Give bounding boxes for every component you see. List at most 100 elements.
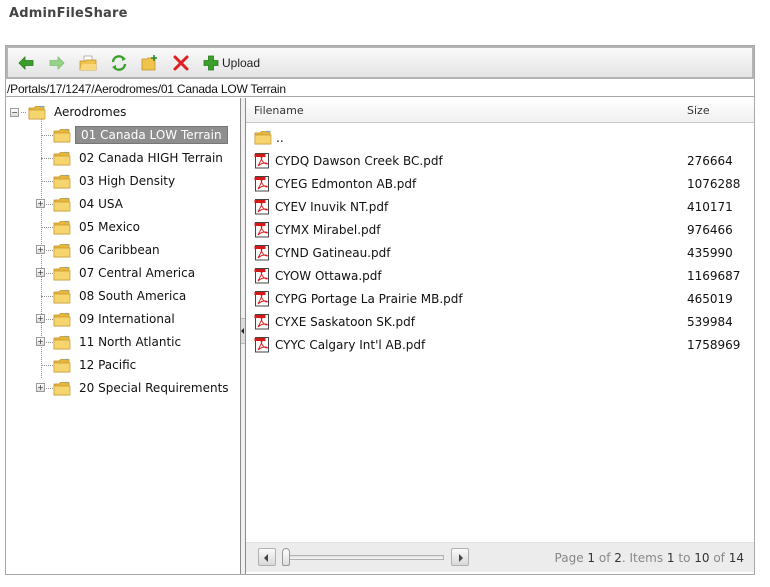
tree-label[interactable]: 06 Caribbean xyxy=(75,241,164,259)
plus-icon xyxy=(203,55,219,70)
tree-label[interactable]: 09 International xyxy=(75,310,179,328)
tree-label[interactable]: 08 South America xyxy=(75,287,190,305)
file-name: CYPG Portage La Prairie MB.pdf xyxy=(275,291,463,306)
folder-icon xyxy=(254,130,272,145)
paging-text: of xyxy=(709,551,729,565)
file-size: 1169687 xyxy=(687,268,741,283)
file-explorer: Upload /Portals/17/1247/Aerodromes/01 Ca… xyxy=(5,45,755,575)
expand-toggle[interactable]: + xyxy=(36,199,45,208)
expand-toggle[interactable]: + xyxy=(36,314,45,323)
item-to: 10 xyxy=(694,551,710,565)
file-row[interactable]: CYXE Saskatoon SK.pdf 539984 xyxy=(246,310,754,333)
folder-icon xyxy=(28,105,46,119)
folder-icon xyxy=(53,128,71,142)
expand-toggle[interactable]: + xyxy=(36,383,45,392)
file-row[interactable]: CYEG Edmonton AB.pdf 1076288 xyxy=(246,172,754,195)
folder-icon xyxy=(53,220,71,234)
pdf-file-icon xyxy=(254,153,269,169)
file-row[interactable]: CYND Gatineau.pdf 435990 xyxy=(246,241,754,264)
delete-icon xyxy=(173,55,189,70)
folder-icon xyxy=(53,335,71,349)
open-folder-icon xyxy=(79,55,97,70)
back-button[interactable] xyxy=(16,53,36,73)
tree-item[interactable]: 09 International xyxy=(53,309,179,329)
collapse-toggle[interactable]: − xyxy=(10,107,19,117)
tree-label[interactable]: 03 High Density xyxy=(75,172,179,190)
tree-connector xyxy=(21,111,26,113)
tree-item[interactable]: 07 Central America xyxy=(53,263,199,283)
folder-icon xyxy=(53,381,71,395)
file-row[interactable]: CYPG Portage La Prairie MB.pdf 465019 xyxy=(246,287,754,310)
folder-icon xyxy=(53,312,71,326)
file-size: 410171 xyxy=(687,199,733,214)
expand-toggle[interactable]: + xyxy=(36,337,45,346)
upload-button[interactable]: Upload xyxy=(202,54,260,72)
total-pages: 2 xyxy=(614,551,622,565)
tree-label[interactable]: 01 Canada LOW Terrain xyxy=(75,126,228,144)
tree-label[interactable]: 07 Central America xyxy=(75,264,199,282)
expand-toggle[interactable]: + xyxy=(36,268,45,277)
open-button[interactable] xyxy=(78,53,98,73)
pdf-file-icon xyxy=(254,268,269,284)
tree-connector xyxy=(41,158,53,159)
tree-item[interactable]: 01 Canada LOW Terrain xyxy=(53,125,228,145)
file-name: CYEV Inuvik NT.pdf xyxy=(275,199,389,214)
arrow-right-icon xyxy=(49,55,65,70)
tree-item[interactable]: 11 North Atlantic xyxy=(53,332,185,352)
tree-item[interactable]: 03 High Density xyxy=(53,171,179,191)
tree-item[interactable]: 04 USA xyxy=(53,194,127,214)
next-page-button[interactable] xyxy=(451,548,469,566)
file-name: .. xyxy=(276,130,284,145)
new-folder-icon xyxy=(141,54,157,70)
tree-item[interactable]: 02 Canada HIGH Terrain xyxy=(53,148,227,168)
forward-button[interactable] xyxy=(47,53,67,73)
column-header-filename[interactable]: Filename xyxy=(254,104,304,117)
file-name: CYND Gatineau.pdf xyxy=(275,245,391,260)
new-folder-button[interactable] xyxy=(140,53,160,73)
delete-button[interactable] xyxy=(171,53,191,73)
file-size: 1076288 xyxy=(687,176,741,191)
tree-root-aerodromes[interactable]: − Aerodromes xyxy=(10,102,130,122)
current-page: 1 xyxy=(587,551,596,565)
tree-label[interactable]: 02 Canada HIGH Terrain xyxy=(75,149,227,167)
paging-text: Page xyxy=(554,551,588,565)
expand-toggle[interactable]: + xyxy=(36,245,45,254)
page-slider-thumb[interactable] xyxy=(282,548,290,566)
arrow-left-icon xyxy=(18,55,34,70)
tree-label[interactable]: 12 Pacific xyxy=(75,356,140,374)
file-size: 539984 xyxy=(687,314,733,329)
address-bar[interactable]: /Portals/17/1247/Aerodromes/01 Canada LO… xyxy=(6,81,754,97)
file-name: CYEG Edmonton AB.pdf xyxy=(275,176,417,191)
total-items: 14 xyxy=(728,551,744,565)
tree-label[interactable]: 11 North Atlantic xyxy=(75,333,185,351)
tree-label[interactable]: 05 Mexico xyxy=(75,218,144,236)
pdf-file-icon xyxy=(254,245,269,261)
tree-connector xyxy=(41,135,53,136)
previous-page-button[interactable] xyxy=(258,548,276,566)
folder-icon xyxy=(53,358,71,372)
file-name: CYDQ Dawson Creek BC.pdf xyxy=(275,153,443,168)
file-row[interactable]: CYEV Inuvik NT.pdf 410171 xyxy=(246,195,754,218)
tree-item[interactable]: 06 Caribbean xyxy=(53,240,164,260)
tree-label[interactable]: 20 Special Requirements xyxy=(75,379,233,397)
file-row[interactable]: CYDQ Dawson Creek BC.pdf 276664 xyxy=(246,149,754,172)
pdf-file-icon xyxy=(254,199,269,215)
pdf-file-icon xyxy=(254,222,269,238)
column-header-size[interactable]: Size xyxy=(687,104,710,117)
tree-label[interactable]: Aerodromes xyxy=(50,103,130,121)
tree-item[interactable]: 05 Mexico xyxy=(53,217,144,237)
page-slider-track[interactable] xyxy=(284,555,444,560)
folder-icon xyxy=(53,243,71,257)
file-size: 1758969 xyxy=(687,337,741,352)
tree-item[interactable]: 12 Pacific xyxy=(53,355,140,375)
file-row[interactable]: CYOW Ottawa.pdf 1169687 xyxy=(246,264,754,287)
folder-icon xyxy=(53,151,71,165)
tree-label[interactable]: 04 USA xyxy=(75,195,127,213)
parent-folder-row[interactable]: .. xyxy=(246,126,754,149)
file-row[interactable]: CYYC Calgary Int'l AB.pdf 1758969 xyxy=(246,333,754,356)
collapse-pane-button[interactable] xyxy=(241,318,245,344)
tree-item[interactable]: 08 South America xyxy=(53,286,190,306)
refresh-button[interactable] xyxy=(109,53,129,73)
tree-item[interactable]: 20 Special Requirements xyxy=(53,378,233,398)
file-row[interactable]: CYMX Mirabel.pdf 976466 xyxy=(246,218,754,241)
